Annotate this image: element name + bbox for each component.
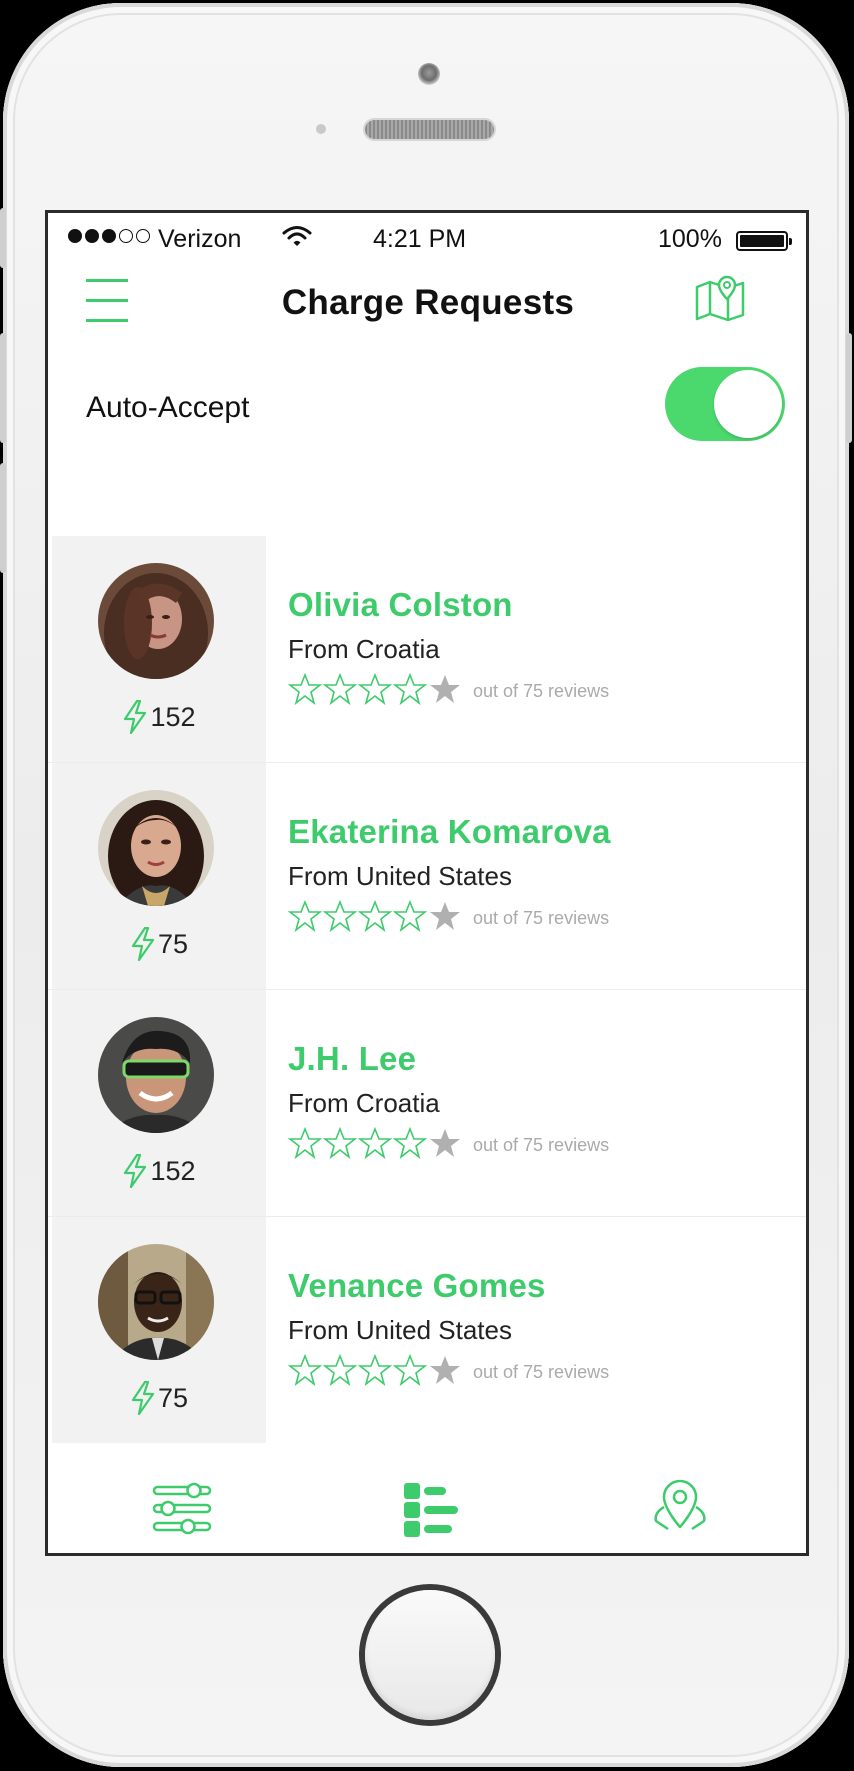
tab-list[interactable]: [400, 1477, 464, 1541]
sliders-icon: [152, 1482, 212, 1535]
star-outline-icon: [323, 1126, 357, 1160]
tab-bar: [48, 1455, 806, 1553]
star-outline-icon: [288, 1126, 322, 1160]
request-row[interactable]: 152 Olivia Colston From Croatia out of 7…: [48, 536, 806, 763]
review-count: out of 75 reviews: [473, 1134, 610, 1155]
star-outline-icon: [323, 672, 357, 706]
star-outline-icon: [358, 1353, 392, 1387]
toggle-knob: [714, 370, 782, 438]
star-outline-icon: [288, 672, 322, 706]
lightning-bolt-icon: [124, 700, 147, 734]
list-icon: [404, 1483, 458, 1537]
star-outline-icon: [393, 672, 427, 706]
tab-filters[interactable]: [150, 1477, 214, 1541]
charge-amount: 75: [52, 927, 266, 961]
hamburger-menu-icon[interactable]: [86, 279, 128, 325]
lightning-bolt-icon: [131, 927, 155, 961]
star-outline-icon: [358, 672, 392, 706]
review-count: out of 75 reviews: [473, 1361, 610, 1382]
requester-origin: From United States: [288, 1315, 512, 1345]
earpiece-speaker: [365, 120, 494, 139]
auto-accept-row: Auto-Accept: [48, 361, 806, 481]
driver-summary: 152: [52, 536, 266, 762]
requester-name[interactable]: Venance Gomes: [288, 1267, 546, 1305]
charge-count: 152: [150, 701, 196, 732]
navigation-bar: Charge Requests: [48, 269, 806, 359]
avatar: [98, 563, 214, 679]
charge-count: 152: [150, 1155, 196, 1186]
driver-summary: 152: [52, 990, 266, 1216]
star-outline-icon: [358, 1126, 392, 1160]
battery-percentage: 100%: [658, 225, 722, 253]
charge-count: 75: [157, 1382, 189, 1413]
star-outline-icon: [393, 1353, 427, 1387]
page-title: Charge Requests: [281, 283, 575, 322]
requester-name[interactable]: J.H. Lee: [288, 1040, 416, 1078]
charge-amount: 152: [52, 700, 266, 734]
avatar: [98, 1244, 214, 1360]
wifi-icon: [282, 225, 312, 256]
star-outline-icon: [288, 1353, 322, 1387]
carrier-name: Verizon: [158, 225, 242, 253]
mute-switch: [0, 208, 6, 268]
status-bar: Verizon 4:21 PM 100%: [48, 213, 806, 269]
star-filled-icon: [430, 1129, 460, 1157]
star-outline-icon: [323, 1353, 357, 1387]
star-outline-icon: [393, 899, 427, 933]
driver-summary: 75: [52, 1217, 266, 1443]
lightning-bolt-icon: [131, 1381, 155, 1415]
proximity-sensor: [316, 124, 326, 134]
battery-icon: [736, 231, 792, 251]
charge-count: 75: [157, 928, 189, 959]
request-row[interactable]: 75 Venance Gomes From United States out …: [48, 1217, 806, 1443]
rating: out of 75 reviews: [288, 672, 609, 706]
app-screen: Verizon 4:21 PM 100% Charge Requests Aut…: [48, 213, 806, 1553]
tab-location[interactable]: [648, 1477, 712, 1541]
charge-amount: 75: [52, 1381, 266, 1415]
request-row[interactable]: 152 J.H. Lee From Croatia out of 75 revi…: [48, 990, 806, 1217]
star-filled-icon: [430, 1356, 460, 1384]
location-pin-icon: [654, 1479, 706, 1531]
lightning-bolt-icon: [124, 1154, 147, 1188]
charge-amount: 152: [52, 1154, 266, 1188]
requester-origin: From Croatia: [288, 1088, 440, 1118]
volume-up-button: [0, 333, 6, 443]
requests-list: 152 Olivia Colston From Croatia out of 7…: [48, 536, 806, 1443]
star-outline-icon: [288, 899, 322, 933]
review-count: out of 75 reviews: [473, 907, 610, 928]
auto-accept-toggle[interactable]: [665, 367, 785, 441]
star-outline-icon: [323, 899, 357, 933]
auto-accept-label: Auto-Accept: [86, 391, 250, 424]
star-outline-icon: [393, 1126, 427, 1160]
rating: out of 75 reviews: [288, 899, 609, 933]
request-row[interactable]: 75 Ekaterina Komarova From United States…: [48, 763, 806, 990]
volume-down-button: [0, 463, 6, 573]
star-filled-icon: [430, 902, 460, 930]
star-filled-icon: [430, 675, 460, 703]
avatar: [98, 1017, 214, 1133]
clock: 4:21 PM: [373, 225, 467, 253]
avatar: [98, 790, 214, 906]
requester-origin: From United States: [288, 861, 512, 891]
requester-origin: From Croatia: [288, 634, 440, 664]
review-count: out of 75 reviews: [473, 680, 610, 701]
map-icon[interactable]: [694, 273, 746, 325]
requester-name[interactable]: Ekaterina Komarova: [288, 813, 611, 851]
star-outline-icon: [358, 899, 392, 933]
signal-strength-icon: [68, 229, 150, 243]
rating: out of 75 reviews: [288, 1126, 609, 1160]
front-camera: [418, 63, 440, 85]
home-button[interactable]: [359, 1584, 501, 1726]
driver-summary: 75: [52, 763, 266, 989]
requester-name[interactable]: Olivia Colston: [288, 586, 513, 624]
power-button: [846, 333, 852, 443]
rating: out of 75 reviews: [288, 1353, 609, 1387]
